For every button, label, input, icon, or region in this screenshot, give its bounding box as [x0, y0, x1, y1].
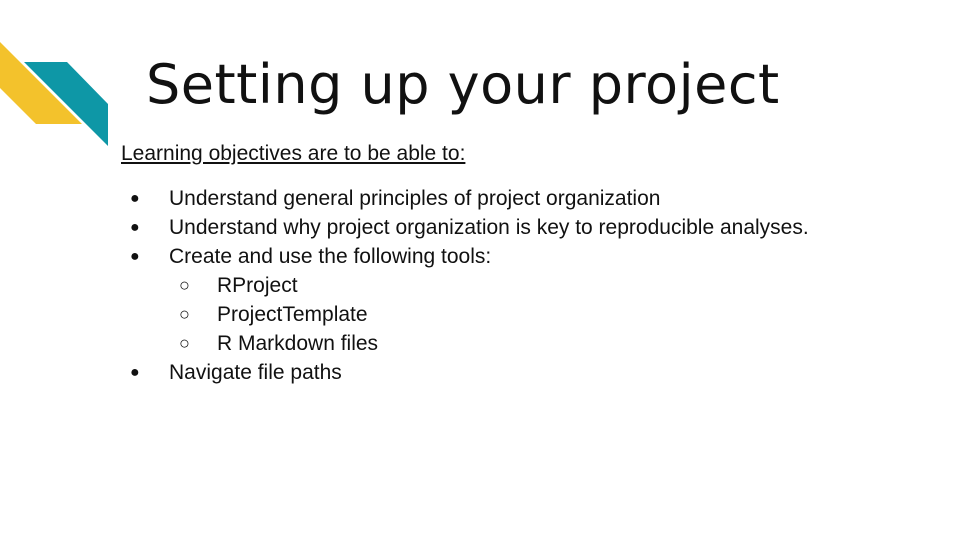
- slide-title: Setting up your project: [146, 53, 780, 116]
- list-item: ● Understand why project organization is…: [121, 213, 821, 242]
- list-item-text: Create and use the following tools:: [169, 245, 492, 268]
- sublist-item: ○ RProject: [169, 271, 821, 300]
- sublist-item-text: ProjectTemplate: [217, 303, 368, 326]
- list-item: ● Create and use the following tools: ○ …: [121, 242, 821, 358]
- hollow-bullet-icon: ○: [179, 275, 190, 295]
- objectives-list: ● Understand general principles of proje…: [121, 184, 821, 387]
- bullet-icon: ●: [130, 364, 140, 381]
- learning-objectives-heading: Learning objectives are to be able to:: [121, 142, 466, 165]
- list-item: ● Navigate file paths: [121, 358, 821, 387]
- slide: Setting up your project Learning objecti…: [0, 0, 960, 540]
- bullet-icon: ●: [130, 248, 140, 265]
- list-item-text: Understand why project organization is k…: [169, 216, 809, 239]
- list-item: ● Understand general principles of proje…: [121, 184, 821, 213]
- hollow-bullet-icon: ○: [179, 304, 190, 324]
- corner-decoration: [0, 42, 108, 146]
- bullet-icon: ●: [130, 219, 140, 236]
- sublist-item-text: RProject: [217, 274, 298, 297]
- sublist-item-text: R Markdown files: [217, 332, 379, 355]
- sublist-item: ○ R Markdown files: [169, 329, 821, 358]
- sublist-item: ○ ProjectTemplate: [169, 300, 821, 329]
- tools-sublist: ○ RProject ○ ProjectTemplate ○ R Markdow…: [169, 271, 821, 358]
- bullet-icon: ●: [130, 190, 140, 207]
- list-item-text: Navigate file paths: [169, 361, 342, 384]
- list-item-text: Understand general principles of project…: [169, 187, 661, 210]
- hollow-bullet-icon: ○: [179, 333, 190, 353]
